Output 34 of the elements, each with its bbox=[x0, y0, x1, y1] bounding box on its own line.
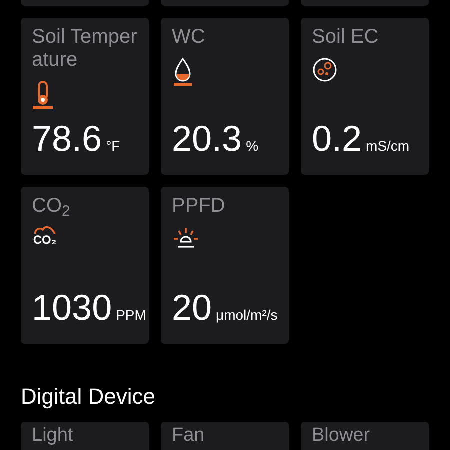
sensor-card[interactable]: WC 20.3% bbox=[161, 18, 289, 175]
thermometer-icon bbox=[32, 80, 54, 110]
sensor-card[interactable]: PPFD 20 μmol/m²/s bbox=[161, 187, 289, 344]
sensor-value: 1030 bbox=[32, 290, 112, 326]
sensor-card[interactable]: Soil Temperature 78.6°F bbox=[21, 18, 149, 175]
sensor-label: WC bbox=[172, 26, 206, 49]
device-card[interactable]: Light bbox=[21, 422, 149, 450]
device-label: Blower bbox=[312, 425, 370, 446]
sensor-value: 20 bbox=[172, 290, 212, 326]
device-card[interactable]: Fan bbox=[161, 422, 289, 450]
sun-icon bbox=[172, 226, 200, 250]
sensor-unit: PPM bbox=[116, 306, 146, 325]
sensor-card[interactable]: CO$_{2}$ CO₂ 1030 PPM bbox=[21, 187, 149, 344]
sensor-label: CO$_{2}$ bbox=[32, 195, 72, 218]
device-card[interactable]: Blower bbox=[301, 422, 429, 450]
sensor-card[interactable]: Soil EC 0.2 mS/cm bbox=[301, 18, 429, 175]
device-label: Light bbox=[32, 425, 74, 446]
device-label: Fan bbox=[172, 425, 205, 446]
sensor-card[interactable] bbox=[21, 0, 149, 6]
sensor-value: 20.3 bbox=[172, 121, 242, 157]
sensor-unit: mS/cm bbox=[366, 137, 410, 156]
sensor-label: Soil Temperature bbox=[32, 26, 138, 72]
sensor-card[interactable] bbox=[301, 0, 429, 6]
sensor-label: Soil EC bbox=[312, 26, 380, 49]
sensor-unit: μmol/m²/s bbox=[216, 306, 278, 325]
sensor-value: 78.6 bbox=[32, 121, 102, 157]
section-title: Digital Device bbox=[21, 384, 156, 410]
sensor-value: 0.2 bbox=[312, 121, 362, 157]
sensor-unit: °F bbox=[106, 137, 120, 156]
sensor-card[interactable] bbox=[161, 0, 289, 6]
sensor-unit: % bbox=[246, 137, 259, 156]
sensor-label: PPFD bbox=[172, 195, 226, 218]
particles-icon bbox=[312, 57, 338, 83]
water-drop-icon bbox=[172, 57, 194, 87]
